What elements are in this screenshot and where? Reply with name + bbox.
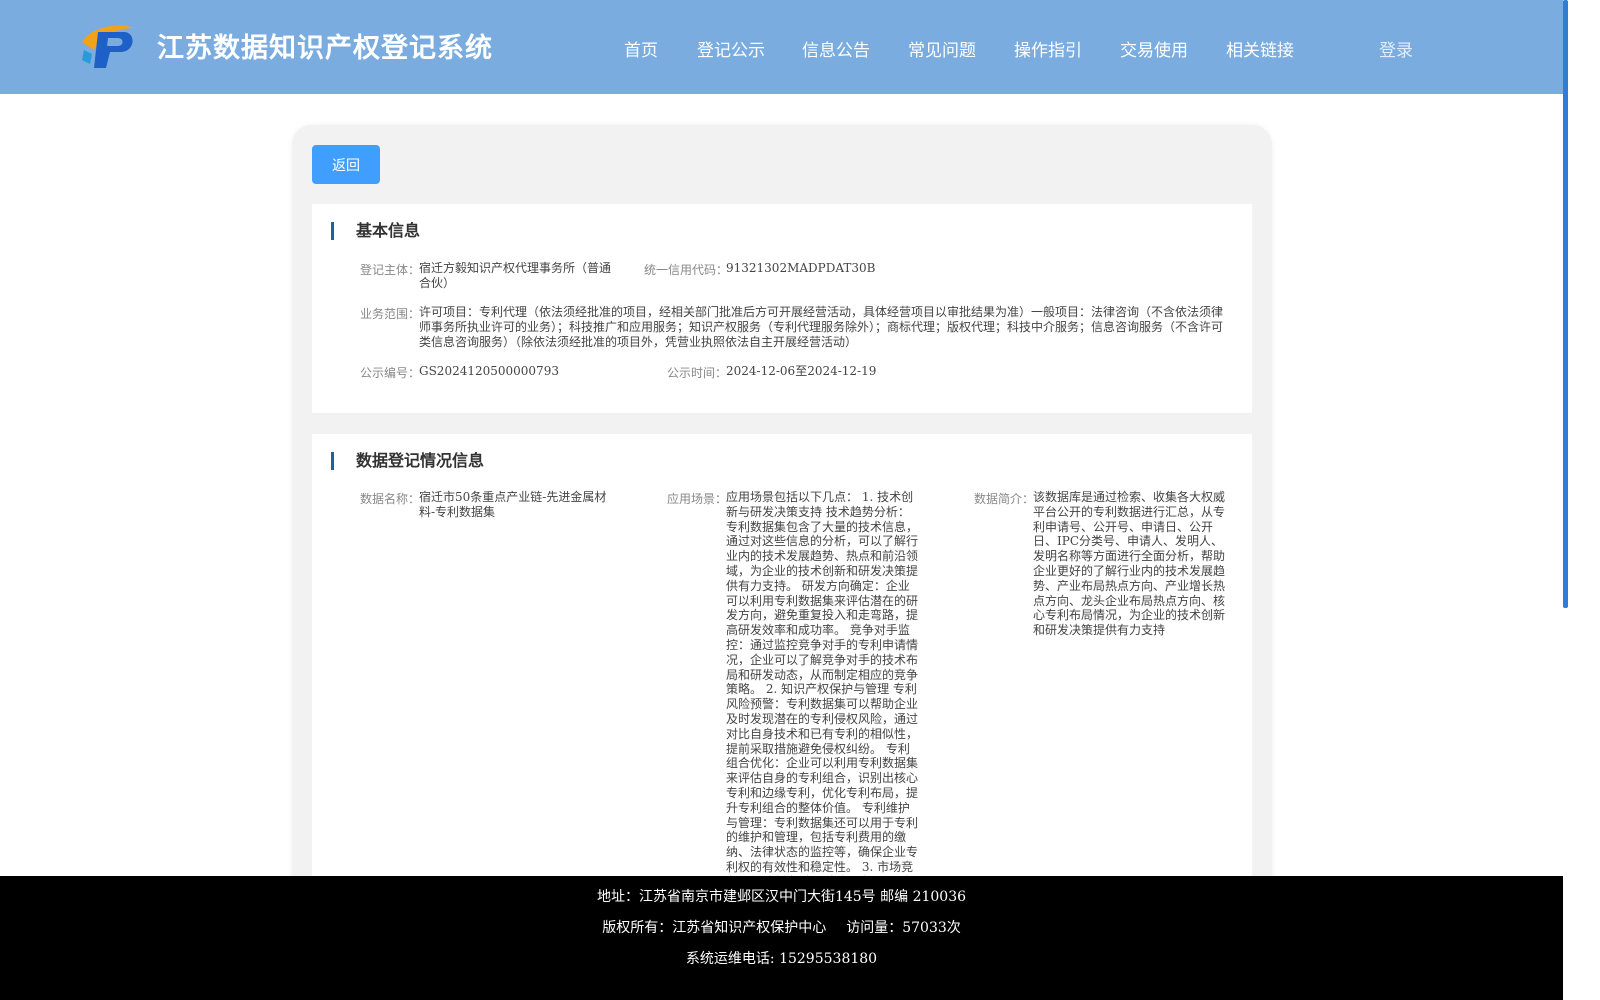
back-button[interactable]: 返回 (312, 145, 380, 184)
data-registration-panel: 数据登记情况信息 数据名称： 宿迁市50条重点产业链-先进金属材料-专利数据集 … (312, 434, 1252, 934)
nav-trade-use[interactable]: 交易使用 (1120, 36, 1188, 61)
notice-time-label: 公示时间： (667, 366, 728, 380)
notice-number-label: 公示编号： (360, 366, 421, 380)
notice-time-value: 2024-12-06至2024-12-19 (726, 364, 877, 378)
nav-related-links[interactable]: 相关链接 (1226, 36, 1294, 61)
footer-address: 地址：江苏省南京市建邺区汉中门大街145号 邮编 210036 (596, 889, 967, 905)
application-scene-label: 应用场景： (667, 492, 728, 506)
logo-icon[interactable] (80, 20, 136, 70)
nav-registration-notice[interactable]: 登记公示 (697, 36, 765, 61)
footer-copyright: 版权所有：江苏省知识产权保护中心 (602, 920, 827, 936)
footer-phone: 系统运维电话: 15295538180 (685, 951, 878, 967)
footer: 地址：江苏省南京市建邺区汉中门大街145号 邮编 210036 版权所有：江苏省… (0, 876, 1563, 1000)
detail-card: 返回 基本信息 登记主体： 宿迁方毅知识产权代理事务所（普通合伙） 统一信用代码… (292, 125, 1272, 934)
page-scrollbar[interactable] (1563, 0, 1568, 608)
subject-label: 登记主体： (360, 263, 421, 277)
data-registration-title: 数据登记情况信息 (331, 452, 484, 470)
data-name-label: 数据名称： (360, 492, 421, 506)
credit-code-label: 统一信用代码： (644, 263, 729, 277)
subject-value: 宿迁方毅知识产权代理事务所（普通合伙） (419, 261, 612, 290)
nav-home[interactable]: 首页 (624, 36, 658, 61)
footer-copyright-row: 版权所有：江苏省知识产权保护中心 访问量：57033次 (0, 917, 1563, 937)
business-scope-value: 许可项目：专利代理（依法须经批准的项目，经相关部门批准后方可开展经营活动，具体经… (419, 305, 1224, 349)
business-scope-label: 业务范围： (360, 307, 421, 321)
top-header: 江苏数据知识产权登记系统 首页 登记公示 信息公告 常见问题 操作指引 交易使用… (0, 0, 1563, 94)
basic-info-panel: 基本信息 登记主体： 宿迁方毅知识产权代理事务所（普通合伙） 统一信用代码： 9… (312, 204, 1252, 413)
login-link[interactable]: 登录 (1379, 36, 1413, 61)
site-title: 江苏数据知识产权登记系统 (157, 33, 493, 64)
credit-code-value: 91321302MADPDAT30B (726, 261, 876, 275)
application-scene-value: 应用场景包括以下几点： 1. 技术创新与研发决策支持 技术趋势分析：专利数据集包… (726, 490, 919, 904)
basic-info-title: 基本信息 (331, 222, 420, 240)
notice-number-value: GS2024120500000793 (419, 364, 559, 378)
nav-operation-guide[interactable]: 操作指引 (1014, 36, 1082, 61)
data-name-value: 宿迁市50条重点产业链-先进金属材料-专利数据集 (419, 490, 607, 519)
nav-faq[interactable]: 常见问题 (908, 36, 976, 61)
footer-visits: 访问量：57033次 (846, 920, 961, 936)
data-intro-value: 该数据库是通过检索、收集各大权威平台公开的专利数据进行汇总，从专利申请号、公开号… (1033, 490, 1226, 638)
nav-info-announcement[interactable]: 信息公告 (802, 36, 870, 61)
data-intro-label: 数据简介： (974, 492, 1035, 506)
